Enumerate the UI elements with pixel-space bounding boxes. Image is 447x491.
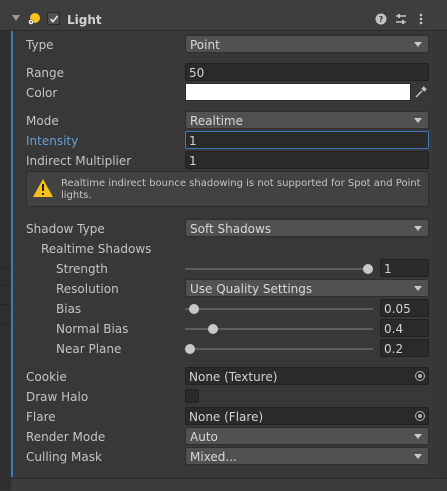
culling-mask-label: Culling Mask: [26, 450, 102, 464]
hierarchy-strip: [0, 31, 11, 490]
near-plane-label: Near Plane: [56, 342, 122, 356]
svg-text:?: ?: [379, 15, 384, 24]
render-mode-value: Auto: [190, 430, 218, 444]
mode-dropdown[interactable]: Realtime: [185, 111, 429, 129]
shadow-type-value: Soft Shadows: [190, 222, 272, 236]
resolution-value: Use Quality Settings: [190, 282, 313, 296]
intensity-field[interactable]: 1: [185, 131, 429, 149]
dropdown-arrow-icon: [414, 454, 422, 459]
next-component-header: [11, 478, 447, 491]
near-plane-slider-thumb[interactable]: [185, 344, 195, 354]
strength-slider-thumb[interactable]: [363, 264, 373, 274]
bias-value: 0.05: [384, 302, 411, 316]
near-plane-slider-track[interactable]: [185, 348, 373, 350]
object-picker-icon[interactable]: [415, 371, 425, 381]
component-title: Light: [67, 13, 102, 27]
preset-icon[interactable]: [394, 12, 408, 26]
realtime-shadows-heading: Realtime Shadows: [41, 242, 152, 256]
flare-label: Flare: [26, 410, 56, 424]
shadow-type-label: Shadow Type: [26, 222, 105, 236]
strength-value: 1: [384, 262, 392, 276]
bias-slider-thumb[interactable]: [189, 304, 200, 314]
mode-value: Realtime: [190, 114, 243, 128]
dropdown-arrow-icon: [414, 286, 422, 291]
culling-mask-dropdown[interactable]: Mixed...: [185, 447, 429, 465]
strength-field[interactable]: 1: [380, 259, 429, 277]
bias-label: Bias: [56, 302, 82, 316]
flare-value: None (Flare): [189, 410, 264, 424]
dropdown-arrow-icon: [414, 434, 422, 439]
render-mode-label: Render Mode: [26, 430, 106, 444]
object-picker-icon[interactable]: [415, 411, 425, 421]
bias-slider-track[interactable]: [185, 308, 373, 310]
range-label: Range: [26, 66, 65, 80]
resolution-dropdown[interactable]: Use Quality Settings: [185, 279, 429, 297]
strength-label: Strength: [56, 262, 108, 276]
type-label: Type: [26, 38, 54, 52]
range-field[interactable]: 50: [185, 63, 429, 81]
near-plane-value: 0.2: [384, 342, 404, 356]
resolution-label: Resolution: [56, 282, 119, 296]
scrollbar-gutter[interactable]: [434, 31, 447, 490]
culling-mask-value: Mixed...: [190, 450, 237, 464]
strength-slider-track[interactable]: [185, 268, 373, 270]
type-value: Point: [190, 38, 220, 52]
draw-halo-label: Draw Halo: [26, 390, 89, 404]
near-plane-field[interactable]: 0.2: [380, 339, 429, 357]
color-swatch[interactable]: [185, 83, 411, 101]
indirect-multiplier-label: Indirect Multiplier: [26, 154, 132, 168]
normal-bias-slider-thumb[interactable]: [208, 324, 219, 334]
eyedropper-icon[interactable]: [414, 85, 428, 99]
draw-halo-checkbox[interactable]: [185, 389, 199, 403]
cookie-label: Cookie: [26, 370, 67, 384]
flare-field[interactable]: None (Flare): [185, 407, 429, 425]
indirect-multiplier-field[interactable]: 1: [185, 151, 429, 169]
warning-icon: [32, 178, 54, 198]
color-label: Color: [26, 86, 58, 100]
render-mode-dropdown[interactable]: Auto: [185, 427, 429, 445]
range-value: 50: [189, 66, 205, 80]
cookie-field[interactable]: None (Texture): [185, 367, 429, 385]
help-icon[interactable]: ?: [374, 12, 388, 26]
component-enabled-checkbox[interactable]: [47, 12, 60, 25]
foldout-arrow-icon[interactable]: [12, 15, 20, 21]
selection-accent-line: [11, 31, 13, 477]
indirect-multiplier-value: 1: [189, 154, 197, 168]
shadow-type-dropdown[interactable]: Soft Shadows: [185, 219, 429, 237]
normal-bias-value: 0.4: [384, 322, 404, 336]
more-options-icon[interactable]: [414, 12, 428, 26]
dropdown-arrow-icon: [414, 118, 422, 123]
bias-field[interactable]: 0.05: [380, 299, 429, 317]
type-dropdown[interactable]: Point: [185, 35, 429, 53]
intensity-label: Intensity: [26, 134, 79, 148]
normal-bias-label: Normal Bias: [56, 322, 129, 336]
light-bulb-icon: [28, 12, 42, 26]
normal-bias-field[interactable]: 0.4: [380, 319, 429, 337]
dropdown-arrow-icon: [414, 42, 422, 47]
dropdown-arrow-icon: [414, 226, 422, 231]
mode-label: Mode: [26, 114, 59, 128]
intensity-value: 1: [189, 134, 197, 148]
cookie-value: None (Texture): [189, 370, 278, 384]
warning-message: Realtime indirect bounce shadowing is no…: [61, 178, 421, 201]
